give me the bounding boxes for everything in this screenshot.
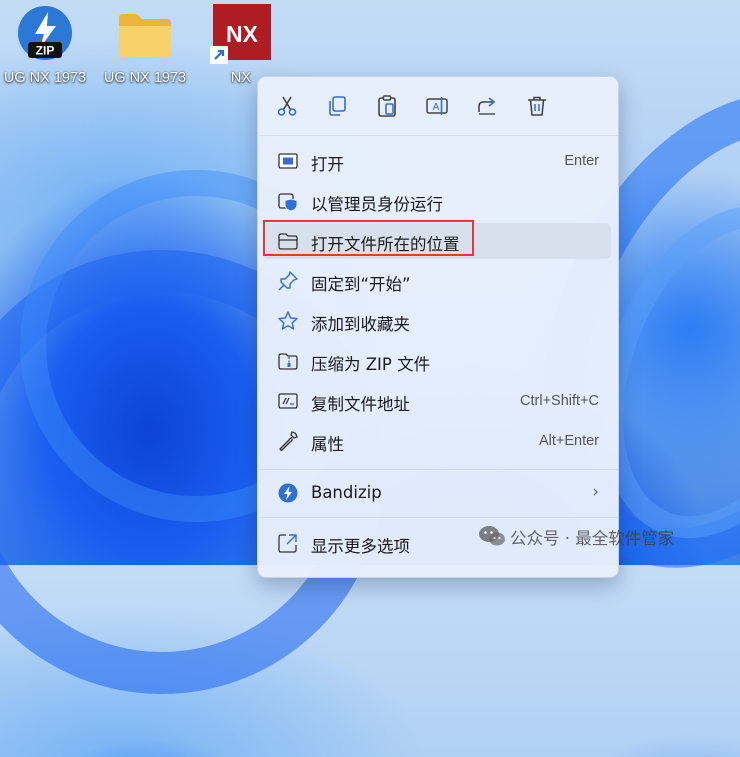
desktop-icon-folder[interactable]: UG NX 1973	[97, 4, 193, 92]
svg-text:NX: NX	[226, 21, 259, 47]
menu-item-bandizip[interactable]: Bandizip ›	[263, 475, 611, 511]
menu-item-properties[interactable]: 属性 Alt+Enter	[263, 423, 611, 459]
highlight-annotation-box	[263, 220, 474, 256]
more-options-icon	[278, 534, 297, 553]
open-icon	[278, 153, 298, 169]
menu-separator	[258, 135, 618, 136]
zip-archive-icon: ZIP	[18, 6, 72, 60]
folder-icon	[119, 14, 171, 58]
zip-icon	[278, 353, 298, 370]
watermark-text: 公众号 · 最全软件管家	[510, 529, 675, 548]
svg-text:ZIP: ZIP	[36, 44, 55, 58]
copy-icon[interactable]	[325, 94, 349, 118]
desktop-icon-label: UG NX 1973	[103, 70, 187, 86]
menu-item-shortcut: Ctrl+Shift+C	[520, 393, 599, 409]
menu-item-add-to-favorites[interactable]: 添加到收藏夹	[263, 303, 611, 339]
chevron-right-icon: ›	[592, 482, 599, 502]
menu-item-label: 复制文件地址	[311, 395, 410, 414]
menu-item-label: Bandizip	[311, 483, 382, 502]
nx-app-icon: NX	[210, 4, 271, 64]
menu-item-label: 固定到“开始”	[311, 275, 411, 294]
bandizip-icon	[278, 483, 298, 503]
menu-item-open[interactable]: 打开 Enter	[263, 143, 611, 179]
action-bar: A	[258, 77, 618, 135]
share-icon[interactable]	[475, 94, 499, 118]
menu-item-copy-path[interactable]: 复制文件地址 Ctrl+Shift+C	[263, 383, 611, 419]
context-menu: A 打开 Enter 以管理员身份运行 打开文件所在的位置 固定到“开始” 添加…	[257, 76, 619, 578]
cut-icon[interactable]	[275, 94, 299, 118]
menu-item-run-as-admin[interactable]: 以管理员身份运行	[263, 183, 611, 219]
copy-path-icon	[278, 393, 298, 409]
desktop-icon-zip[interactable]: ZIP UG NX 1973	[0, 4, 93, 92]
star-icon	[278, 311, 298, 330]
wrench-icon	[279, 431, 298, 452]
shield-icon	[278, 193, 298, 212]
menu-item-shortcut: Alt+Enter	[538, 433, 599, 449]
menu-item-label: 属性	[311, 435, 344, 454]
menu-item-compress-zip[interactable]: 压缩为 ZIP 文件	[263, 343, 611, 379]
menu-item-label: 以管理员身份运行	[311, 195, 443, 214]
menu-item-label: 显示更多选项	[311, 537, 410, 556]
menu-item-shortcut: Enter	[564, 153, 599, 169]
menu-item-label: 添加到收藏夹	[311, 315, 410, 334]
paste-icon[interactable]	[375, 94, 399, 118]
desktop-icon-label: UG NX 1973	[3, 70, 87, 86]
delete-icon[interactable]	[525, 94, 549, 118]
menu-item-pin-to-start[interactable]: 固定到“开始”	[263, 263, 611, 299]
svg-text:A: A	[433, 102, 440, 113]
menu-item-label: 打开	[311, 155, 344, 174]
menu-separator	[258, 517, 618, 518]
rename-icon[interactable]: A	[425, 94, 449, 118]
menu-item-label: 压缩为 ZIP 文件	[311, 355, 431, 374]
menu-separator	[258, 469, 618, 470]
pin-icon	[278, 271, 298, 291]
wechat-icon	[479, 526, 505, 546]
